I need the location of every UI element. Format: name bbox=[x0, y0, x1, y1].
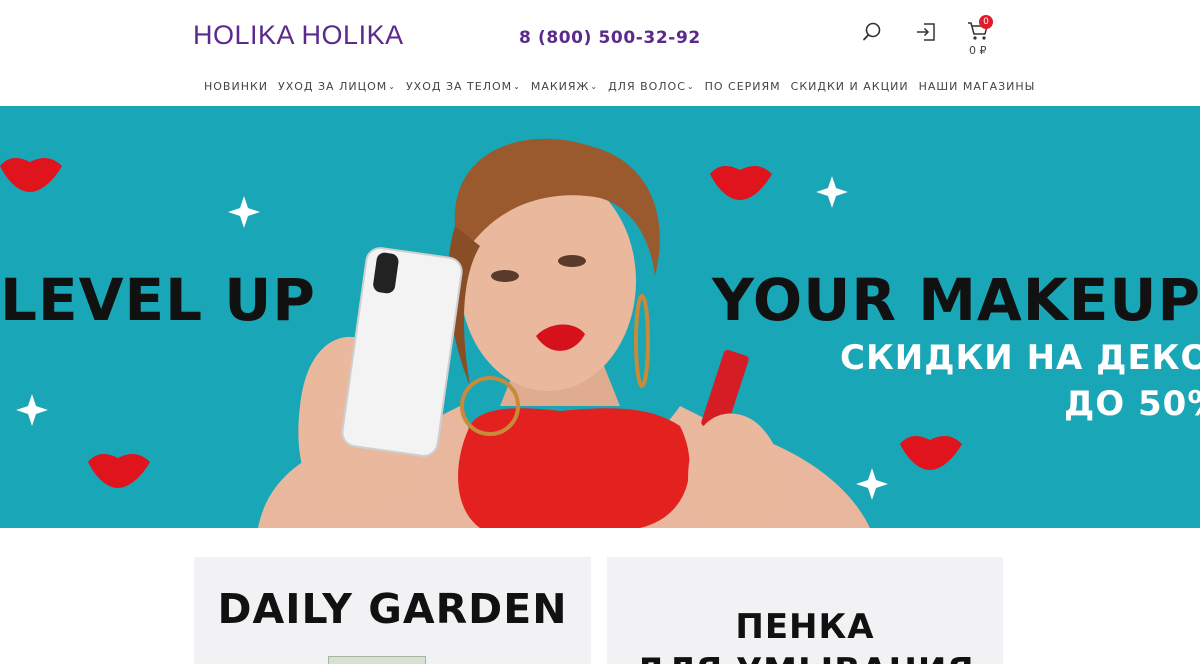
nav-item-label: МАКИЯЖ bbox=[530, 79, 590, 93]
nav-item-label: ПО СЕРИЯМ bbox=[704, 79, 781, 93]
chevron-down-icon: ⌄ bbox=[513, 81, 521, 91]
nav-item-label: НАШИ МАГАЗИНЫ bbox=[918, 79, 1036, 93]
chevron-down-icon: ⌄ bbox=[590, 81, 599, 91]
logo[interactable]: HOLIKA HOLIKA bbox=[193, 20, 404, 51]
cart-count-badge: 0 bbox=[979, 15, 993, 29]
promo-card-title: ПЕНКА bbox=[735, 607, 875, 647]
hero-headline-left: LEVEL UP bbox=[0, 266, 316, 334]
hero-subtitle-line1: СКИДКИ НА ДЕКОР bbox=[840, 338, 1200, 378]
nav-item-label: ДЛЯ ВОЛОС bbox=[608, 79, 686, 93]
nav-item-series[interactable]: ПО СЕРИЯМ bbox=[705, 80, 781, 93]
nav-item-body-care[interactable]: УХОД ЗА ТЕЛОМ ⌄ bbox=[406, 80, 521, 93]
chevron-down-icon: ⌄ bbox=[686, 81, 695, 91]
nav-item-label: НОВИНКИ bbox=[204, 79, 269, 93]
promo-card-title: DAILY GARDEN bbox=[217, 585, 568, 633]
phone-number[interactable]: 8 (800) 500-32-92 bbox=[519, 28, 701, 48]
hero-banner[interactable]: LEVEL UP YOUR MAKEUP СКИДКИ НА ДЕКОР ДО … bbox=[0, 106, 1200, 528]
nav-item-label: УХОД ЗА ТЕЛОМ bbox=[405, 79, 513, 93]
nav-item-sales[interactable]: СКИДКИ И АКЦИИ bbox=[791, 80, 909, 93]
nav-item-makeup[interactable]: МАКИЯЖ ⌄ bbox=[531, 80, 598, 93]
product-image bbox=[328, 656, 426, 664]
nav-item-stores[interactable]: НАШИ МАГАЗИНЫ bbox=[919, 80, 1036, 93]
login-icon[interactable] bbox=[914, 20, 938, 44]
hero-headline-right: YOUR MAKEUP bbox=[712, 266, 1200, 334]
nav-item-novinki[interactable]: НОВИНКИ bbox=[204, 80, 268, 93]
site-header: HOLIKA HOLIKA 8 (800) 500-32-92 0 0 ₽ НО… bbox=[0, 0, 1200, 106]
chevron-down-icon: ⌄ bbox=[388, 81, 396, 91]
hero-subtitle-line2: ДО 50% bbox=[1064, 384, 1200, 424]
promo-card-foam[interactable]: ПЕНКА ДЛЯ УМЫВАНИЯ bbox=[607, 557, 1003, 664]
nav-item-face-care[interactable]: УХОД ЗА ЛИЦОМ ⌄ bbox=[278, 80, 396, 93]
promo-card-title-line2: ДЛЯ УМЫВАНИЯ bbox=[607, 651, 1003, 664]
nav-item-hair[interactable]: ДЛЯ ВОЛОС ⌄ bbox=[608, 80, 695, 93]
promo-card-daily-garden[interactable]: DAILY GARDEN bbox=[194, 557, 591, 664]
main-nav: НОВИНКИ УХОД ЗА ЛИЦОМ ⌄ УХОД ЗА ТЕЛОМ ⌄ … bbox=[204, 78, 1045, 94]
lipstick-illustration bbox=[688, 349, 784, 528]
nav-item-label: СКИДКИ И АКЦИИ bbox=[790, 79, 909, 93]
cart-total: 0 ₽ bbox=[969, 44, 987, 57]
nav-item-label: УХОД ЗА ЛИЦОМ bbox=[278, 79, 388, 93]
search-icon[interactable] bbox=[860, 20, 884, 44]
